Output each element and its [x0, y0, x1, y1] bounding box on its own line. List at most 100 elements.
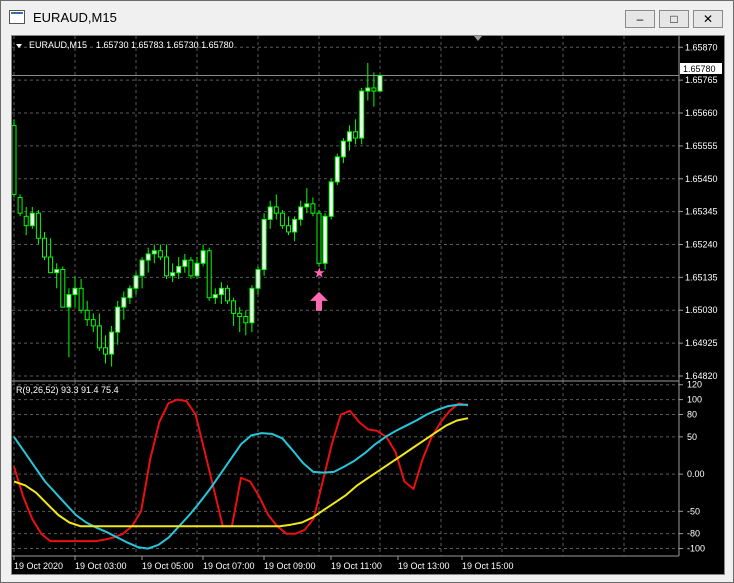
time-tick-label: 19 Oct 13:00 [398, 561, 450, 571]
candle-bull [176, 265, 182, 274]
price-tick-label: 1.65555 [685, 141, 718, 151]
symbol-label: EURAUD,M15 [29, 40, 87, 50]
candle-bull [218, 287, 224, 296]
candle-bull [72, 287, 78, 296]
main-grid [12, 36, 679, 556]
price-tick-label: 1.65030 [685, 305, 718, 315]
candle-bull [322, 215, 328, 264]
candle-bear [353, 131, 359, 139]
window-title: EURAUD,M15 [33, 10, 117, 25]
candle-bull [292, 218, 298, 233]
candle-bear [371, 87, 377, 92]
candle-bull [121, 297, 127, 308]
candle-bear [60, 269, 66, 308]
candle-bear [35, 212, 41, 239]
candle-bull [212, 294, 218, 299]
candle-bull [200, 250, 206, 264]
chart-canvas[interactable]: ★ 1.658701.657651.656601.655551.654501.6… [11, 36, 724, 574]
candle-bull [359, 90, 365, 139]
price-axis: 1.65870 1.65765 1.65660 1.65555 1.65450 1.653… [679, 42, 718, 381]
candle-bear [96, 325, 102, 349]
candle-bull [304, 203, 310, 208]
current-price-label: 1.65780 [683, 64, 716, 74]
candle-bear [316, 212, 322, 264]
time-tick-label: 19 Oct 15:00 [462, 561, 514, 571]
candle-bull [194, 262, 200, 277]
candle-bear [273, 206, 279, 214]
chart-window-icon [9, 10, 25, 24]
osc-tick-label: 120 [687, 380, 702, 390]
candle-bull [145, 253, 151, 261]
time-tick-label: 19 Oct 11:00 [331, 561, 382, 571]
candle-bull [109, 331, 115, 355]
candle-bull [267, 206, 273, 220]
time-tick-label: 19 Oct 2020 [14, 561, 63, 571]
minimize-button[interactable]: ‒ [625, 10, 655, 28]
osc-tick-label: -100 [687, 544, 705, 554]
candle-bull [255, 269, 261, 289]
price-tick-label: 1.65450 [685, 174, 718, 184]
osc-tick-label: 100 [687, 395, 702, 405]
candle-bull [115, 306, 121, 333]
price-tick-label: 1.64925 [685, 338, 718, 348]
signal-star-icon: ★ [313, 265, 326, 281]
candle-bull [127, 287, 133, 299]
candle-bear [310, 203, 316, 214]
candle-bear [225, 287, 230, 302]
candle-bull [29, 212, 35, 227]
current-price-marker: 1.65780 [680, 63, 722, 74]
osc-tick-label: 50 [687, 432, 697, 442]
candle-bear [90, 319, 96, 327]
candle-bull [151, 250, 157, 255]
candle-bull [261, 218, 267, 271]
maximize-button[interactable]: □ [659, 10, 689, 28]
candle-bear [48, 256, 54, 274]
candle-bull [139, 259, 145, 277]
candle-bear [11, 125, 17, 195]
candle-bear [231, 300, 237, 314]
oscillator-axis: 120 100 80 50 0.00 -50 -80 -100 [679, 380, 705, 554]
candle-bear [17, 197, 23, 214]
candle-bear [164, 256, 169, 277]
candle-bear [206, 250, 212, 299]
osc-tick-label: -80 [687, 529, 700, 539]
candle-bear [78, 287, 84, 311]
candle-bear [237, 312, 243, 318]
candle-bull [334, 156, 340, 183]
candle-bull [54, 269, 60, 274]
ohlc-label: 1.65730 1.65783 1.65730 1.65780 [96, 40, 234, 50]
candle-bear [286, 225, 291, 233]
candle-bull [298, 206, 304, 220]
chart-area[interactable]: ★ 1.65870 1.65765 1.65660 1.65555 1.65450 1.6… [11, 35, 725, 575]
candle-bull [182, 259, 188, 267]
price-tick-label: 1.65870 [685, 42, 718, 52]
osc-tick-label: 0.00 [687, 469, 705, 479]
candle-bear [279, 212, 285, 227]
candle-bull [365, 87, 371, 92]
candle-bull [347, 131, 352, 142]
chart-menu-triangle-icon[interactable] [16, 44, 22, 48]
chart-shift-marker[interactable] [474, 36, 482, 41]
maximize-icon: □ [670, 12, 678, 26]
candle-bear [188, 259, 194, 277]
candle-bull [340, 140, 346, 158]
candle-bear [23, 215, 29, 227]
title-bar[interactable]: EURAUD,M15 ‒ □ ✕ [1, 1, 733, 35]
close-button[interactable]: ✕ [693, 10, 723, 28]
candle-bear [42, 237, 47, 258]
close-icon: ✕ [702, 12, 714, 26]
price-tick-label: 1.65660 [685, 108, 718, 118]
price-tick-label: 1.65345 [685, 207, 718, 217]
indicator-label: R(9,26,52) 93.3 91.4 75.4 [16, 385, 119, 395]
candle-bull [133, 275, 139, 289]
price-tick-label: 1.65765 [685, 75, 718, 85]
buy-arrow-icon [310, 291, 328, 311]
osc-tick-label: -50 [687, 506, 700, 516]
time-axis: 19 Oct 2020 19 Oct 03:00 19 Oct 05:00 19 Oc… [13, 556, 514, 571]
price-tick-label: 1.65240 [685, 240, 718, 250]
osc-line-yellow [13, 417, 469, 528]
time-tick-label: 19 Oct 05:00 [142, 561, 194, 571]
candle-bear [103, 347, 108, 355]
trade-signal: ★ [310, 265, 328, 311]
candle-bull [66, 294, 72, 308]
